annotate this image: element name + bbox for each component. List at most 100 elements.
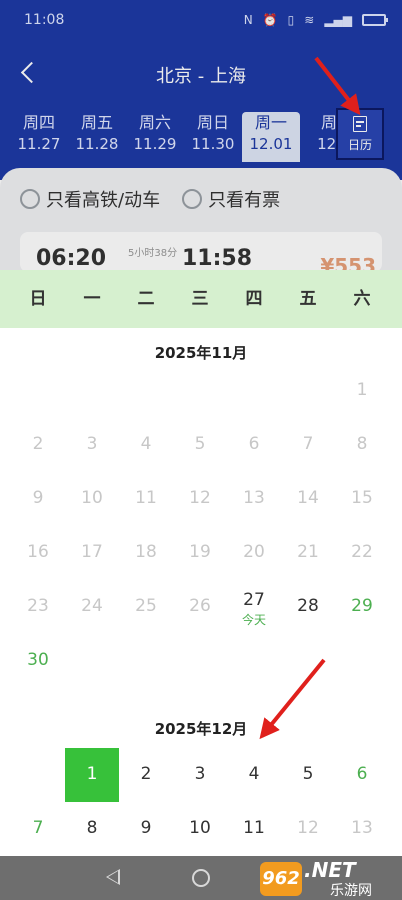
day-number: 12 <box>297 818 319 838</box>
calendar-day: 19 <box>173 526 227 580</box>
system-nav-bar: 962 .NET 乐游网 <box>0 856 402 900</box>
day-number: 15 <box>351 488 373 508</box>
calendar-icon <box>353 116 367 132</box>
calendar-empty-cell <box>65 634 119 688</box>
day-number: 12 <box>189 488 211 508</box>
calendar-day: 18 <box>119 526 173 580</box>
day-number: 13 <box>243 488 265 508</box>
calendar-week-row: 2 3 4 5 6 7 8 <box>11 418 391 472</box>
calendar-day: 12 <box>281 802 335 856</box>
day-number: 4 <box>140 434 152 454</box>
calendar-day[interactable]: 11 <box>227 802 281 856</box>
date-tab[interactable]: 周六 11.29 <box>126 112 184 162</box>
calendar-day[interactable]: 9 <box>119 802 173 856</box>
date-tab-selected[interactable]: 周一 12.01 <box>242 112 300 162</box>
high-speed-filter[interactable]: 只看高铁/动车 <box>20 186 160 212</box>
day-number: 13 <box>351 818 373 838</box>
calendar-day: 11 <box>119 472 173 526</box>
day-number: 20 <box>243 542 265 562</box>
day-number: 2 <box>140 764 152 784</box>
date-tab[interactable]: 周日 11.30 <box>184 112 242 162</box>
wifi-icon: ≋ <box>304 13 315 27</box>
calendar-empty-cell <box>281 634 335 688</box>
calendar-day: 21 <box>281 526 335 580</box>
day-number: 1 <box>86 764 98 784</box>
month-grid-nov: 1 2 3 4 5 6 7 8 9 10 11 12 13 14 15 16 17 18 19 20 21 22 23 24 2… <box>11 364 391 688</box>
calendar-day[interactable]: 27 今天 <box>227 580 281 634</box>
calendar-day[interactable]: 4 <box>227 748 281 802</box>
calendar-day: 12 <box>173 472 227 526</box>
calendar-day[interactable]: 7 <box>11 802 65 856</box>
calendar-day[interactable]: 5 <box>281 748 335 802</box>
app-header: 11:08 N ⏰ ▯ ≋ ▂▄▆ 北京 - 上海 周四 11.27 周五 11.2… <box>0 0 402 180</box>
nav-back-icon[interactable] <box>106 869 120 885</box>
nav-home-icon[interactable] <box>192 869 210 887</box>
alarm-icon: ⏰ <box>262 13 278 27</box>
calendar-sheet: 日 一 二 三 四 五 六 2025年11月 1 2 3 4 5 6 7 8 9 10 11 12 13… <box>0 270 402 856</box>
radio-icon <box>182 189 203 209</box>
calendar-empty-cell <box>281 364 335 418</box>
day-number: 8 <box>356 434 368 454</box>
day-number: 21 <box>297 542 319 562</box>
date-tab[interactable]: 周五 11.28 <box>68 112 126 162</box>
signal-icon: ▂▄▆ <box>324 13 352 27</box>
weekday-label: 六 <box>353 289 371 309</box>
day-number: 24 <box>81 596 103 616</box>
day-number: 30 <box>27 650 49 670</box>
calendar-day[interactable]: 29 <box>335 580 389 634</box>
day-number: 5 <box>302 764 314 784</box>
calendar-day: 24 <box>65 580 119 634</box>
filter-row: 只看高铁/动车 只看有票 <box>20 186 392 212</box>
calendar-day[interactable]: 8 <box>65 802 119 856</box>
calendar-day: 15 <box>335 472 389 526</box>
calendar-week-row: 1 <box>11 364 391 418</box>
weekday-label: 四 <box>245 289 263 309</box>
vibrate-icon: ▯ <box>287 13 295 27</box>
day-number: 29 <box>351 596 373 616</box>
calendar-empty-cell <box>173 364 227 418</box>
day-number: 3 <box>194 764 206 784</box>
calendar-week-row: 7 8 9 10 11 12 13 <box>11 802 391 856</box>
watermark-cn: 乐游网 <box>330 883 372 899</box>
calendar-empty-cell <box>11 364 65 418</box>
calendar-week-row: 23 24 25 26 27 今天 28 29 <box>11 580 391 634</box>
calendar-week-row: 1 2 3 4 5 6 <box>11 748 391 802</box>
weekday-label: 二 <box>137 289 155 309</box>
arrive-time: 11:58 <box>182 246 253 271</box>
nav-bar: 北京 - 上海 <box>0 56 402 96</box>
day-number: 11 <box>243 818 265 838</box>
calendar-day[interactable]: 30 <box>11 634 65 688</box>
available-filter[interactable]: 只看有票 <box>182 186 280 212</box>
calendar-empty-cell <box>65 364 119 418</box>
calendar-day: 17 <box>65 526 119 580</box>
calendar-day[interactable]: 28 <box>281 580 335 634</box>
day-number: 16 <box>27 542 49 562</box>
day-number: 22 <box>351 542 373 562</box>
calendar-day: 13 <box>227 472 281 526</box>
calendar-week-row: 30 <box>11 634 391 688</box>
calendar-empty-cell <box>173 634 227 688</box>
calendar-week-row: 16 17 18 19 20 21 22 <box>11 526 391 580</box>
calendar-button[interactable]: 日历 <box>336 108 384 160</box>
date-tab[interactable]: 周四 11.27 <box>10 112 68 162</box>
train-item[interactable]: 06:20 5小时38分 11:58 ¥553 <box>20 232 382 278</box>
calendar-day: 8 <box>335 418 389 472</box>
day-number: 25 <box>135 596 157 616</box>
day-number: 7 <box>32 818 44 838</box>
day-number: 2 <box>32 434 44 454</box>
calendar-day[interactable]: 3 <box>173 748 227 802</box>
calendar-day: 16 <box>11 526 65 580</box>
date-tab[interactable]: 周 12. <box>300 112 340 162</box>
calendar-day[interactable]: 2 <box>119 748 173 802</box>
calendar-day[interactable]: 6 <box>335 748 389 802</box>
watermark-net: .NET <box>304 858 356 882</box>
day-number: 28 <box>297 596 319 616</box>
day-number: 9 <box>140 818 152 838</box>
calendar-day-selected[interactable]: 1 <box>65 748 119 802</box>
day-number: 5 <box>194 434 206 454</box>
calendar-day: 2 <box>11 418 65 472</box>
calendar-day: 4 <box>119 418 173 472</box>
day-number: 8 <box>86 818 98 838</box>
calendar-day[interactable]: 10 <box>173 802 227 856</box>
battery-icon <box>362 14 388 26</box>
